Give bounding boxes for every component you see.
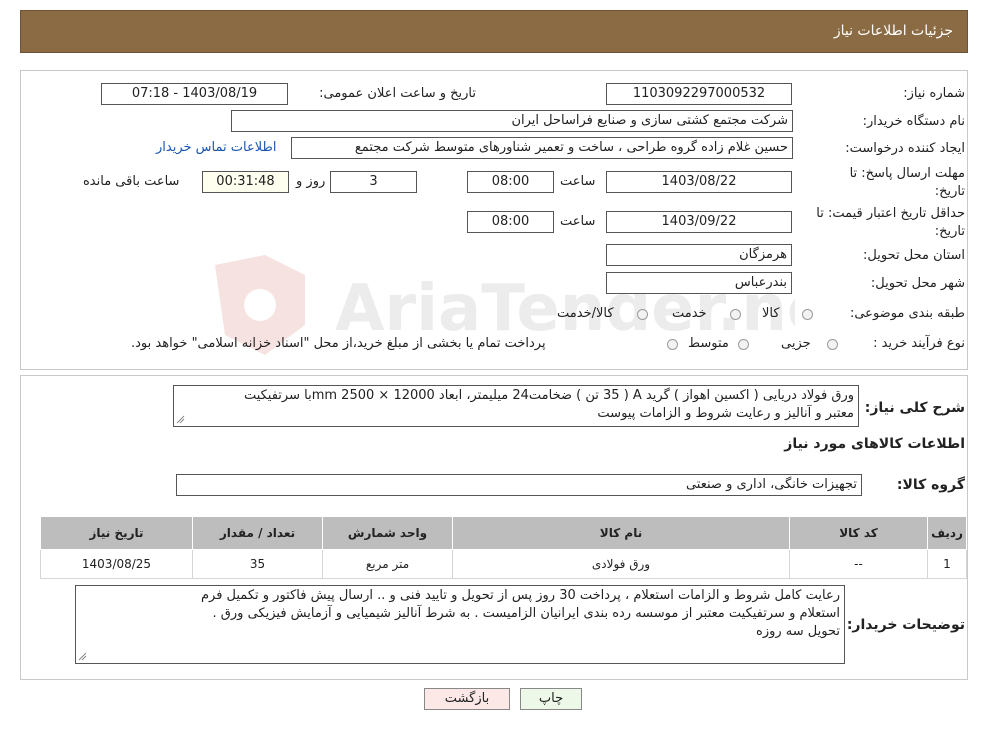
requester-field: حسین غلام زاده گروه طراحی ، ساخت و تعمیر… xyxy=(291,137,793,159)
validity-label-2: تاریخ: xyxy=(934,224,965,239)
days-label: روز و xyxy=(296,174,326,189)
summary-line-1: ورق فولاد دریایی ( اکسین اهواز ) گرید A … xyxy=(243,388,854,403)
goods-group-field: تجهیزات خانگی، اداری و صنعتی xyxy=(176,474,862,496)
purchase-option-medium: متوسط xyxy=(688,336,729,351)
province-label: استان محل تحویل: xyxy=(863,248,965,263)
announce-label: تاریخ و ساعت اعلان عمومی: xyxy=(319,86,476,101)
goods-group-label: گروه کالا: xyxy=(896,477,965,493)
province-field: هرمزگان xyxy=(606,244,792,266)
resize-grip-icon[interactable] xyxy=(78,652,87,661)
buyer-notes-line-2: استعلام و سرتفیکیت معتبر از موسسه رده بن… xyxy=(212,606,840,621)
page-title: جزئیات اطلاعات نیاز xyxy=(833,23,953,39)
buyer-notes-line-3: تحویل سه روزه xyxy=(756,624,840,639)
goods-table: ردیف کد کالا نام کالا واحد شمارش تعداد /… xyxy=(40,516,967,579)
cell-code: -- xyxy=(789,549,928,579)
category-radio-goods[interactable] xyxy=(802,309,813,320)
cell-quantity: 35 xyxy=(192,549,323,579)
cell-date: 1403/08/25 xyxy=(40,549,193,579)
deadline-date-field: 1403/08/22 xyxy=(606,171,792,193)
col-header-quantity: تعداد / مقدار xyxy=(192,516,323,550)
category-option-service: خدمت xyxy=(672,306,707,321)
need-number-field: 1103092297000532 xyxy=(606,83,792,105)
buyer-org-label: نام دستگاه خریدار: xyxy=(862,114,965,129)
summary-line-2: معتبر و آنالیز و رعایت شروط و الزامات پی… xyxy=(597,406,854,421)
col-header-code: کد کالا xyxy=(789,516,928,550)
col-header-date: تاریخ نیاز xyxy=(40,516,193,550)
purchase-radio-medium[interactable] xyxy=(738,339,749,350)
validity-date-field: 1403/09/22 xyxy=(606,211,792,233)
col-header-row: ردیف xyxy=(927,516,967,550)
summary-textarea[interactable]: ورق فولاد دریایی ( اکسین اهواز ) گرید A … xyxy=(173,385,859,427)
requester-label: ایجاد کننده درخواست: xyxy=(845,141,965,156)
purchase-type-label: نوع فرآیند خرید : xyxy=(873,336,965,351)
cell-row-number: 1 xyxy=(927,549,967,579)
back-button[interactable]: بازگشت xyxy=(424,688,510,710)
category-radio-service[interactable] xyxy=(730,309,741,320)
page-header: جزئیات اطلاعات نیاز xyxy=(20,10,968,53)
days-field: 3 xyxy=(330,171,417,193)
remaining-label: ساعت باقی مانده xyxy=(83,174,180,189)
purchase-radio-small[interactable] xyxy=(827,339,838,350)
buyer-notes-line-1: رعایت کامل شروط و الزامات استعلام ، پردا… xyxy=(200,588,840,603)
goods-section-title: اطلاعات کالاهای مورد نیاز xyxy=(784,436,965,452)
resize-grip-icon[interactable] xyxy=(176,415,185,424)
purchase-note: پرداخت تمام یا بخشی از مبلغ خرید،از محل … xyxy=(131,336,546,351)
buyer-notes-label: توضیحات خریدار: xyxy=(846,617,965,633)
deadline-time-label: ساعت xyxy=(560,174,596,189)
col-header-name: نام کالا xyxy=(452,516,790,550)
need-number-label: شماره نیاز: xyxy=(903,86,965,101)
buyer-notes-textarea[interactable]: رعایت کامل شروط و الزامات استعلام ، پردا… xyxy=(75,585,845,664)
category-radio-goods-service[interactable] xyxy=(637,309,648,320)
buyer-org-field: شرکت مجتمع کشتی سازی و صنایع فراساحل ایر… xyxy=(231,110,793,132)
category-label: طبقه بندی موضوعی: xyxy=(849,306,965,321)
city-label: شهر محل تحویل: xyxy=(870,276,965,291)
print-button[interactable]: چاپ xyxy=(520,688,582,710)
deadline-label: مهلت ارسال پاسخ: تا xyxy=(849,166,965,181)
remaining-time-field: 00:31:48 xyxy=(202,171,289,193)
table-row: 1 -- ورق فولادی متر مربع 35 1403/08/25 xyxy=(40,549,967,579)
announce-field: 1403/08/19 - 07:18 xyxy=(101,83,288,105)
validity-time-field: 08:00 xyxy=(467,211,554,233)
validity-time-label: ساعت xyxy=(560,214,596,229)
col-header-unit: واحد شمارش xyxy=(322,516,453,550)
goods-table-header: ردیف کد کالا نام کالا واحد شمارش تعداد /… xyxy=(40,516,967,550)
contact-buyer-link[interactable]: اطلاعات تماس خریدار xyxy=(156,140,276,155)
validity-label: حداقل تاریخ اعتبار قیمت: تا xyxy=(816,206,965,221)
treasury-checkbox[interactable] xyxy=(667,339,678,350)
cell-unit: متر مربع xyxy=(322,549,453,579)
summary-label: شرح کلی نیاز: xyxy=(864,400,965,416)
city-field: بندرعباس xyxy=(606,272,792,294)
category-option-goods-service: کالا/خدمت xyxy=(557,306,614,321)
category-option-goods: کالا xyxy=(762,306,780,321)
deadline-label-2: تاریخ: xyxy=(934,184,965,199)
purchase-option-small: جزیی xyxy=(781,336,811,351)
cell-name: ورق فولادی xyxy=(452,549,790,579)
deadline-time-field: 08:00 xyxy=(467,171,554,193)
